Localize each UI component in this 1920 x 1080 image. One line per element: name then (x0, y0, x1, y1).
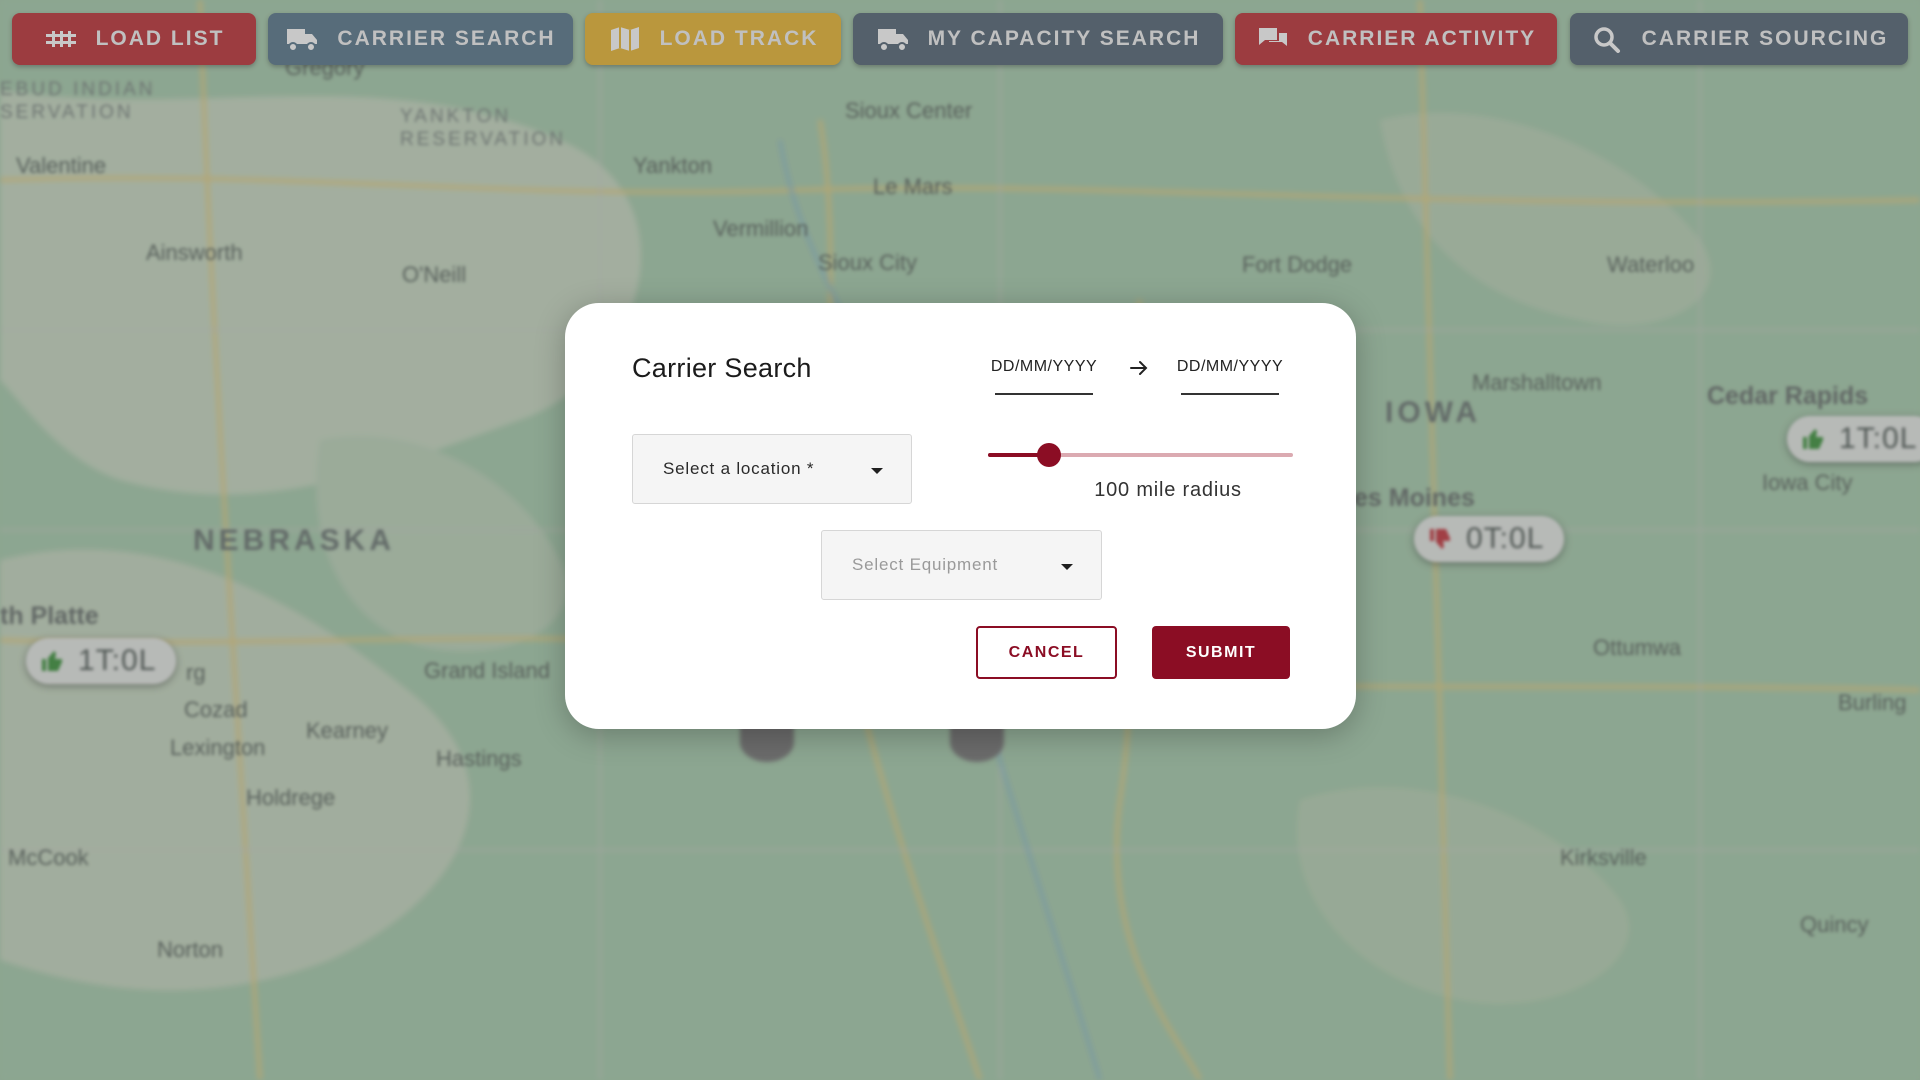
carrier-search-dialog: Carrier Search DD/MM/YYYY DD/MM/YYYY Sel… (565, 303, 1356, 729)
location-select[interactable]: Select a location * (632, 434, 912, 504)
date-to-placeholder: DD/MM/YYYY (1176, 358, 1284, 375)
date-to-underline (1181, 393, 1279, 395)
dialog-title: Carrier Search (632, 353, 812, 383)
date-to-input[interactable]: DD/MM/YYYY (1171, 358, 1289, 395)
date-from-placeholder: DD/MM/YYYY (990, 358, 1098, 375)
submit-button[interactable]: SUBMIT (1152, 626, 1290, 679)
location-select-placeholder: Select a location * (663, 459, 815, 478)
equipment-select-placeholder: Select Equipment (852, 555, 999, 574)
radius-slider[interactable] (988, 439, 1293, 471)
radius-label: 100 mile radius (1094, 479, 1242, 501)
caret-down-icon (1061, 564, 1073, 570)
date-from-underline (995, 393, 1093, 395)
slider-thumb[interactable] (1037, 443, 1061, 467)
cancel-button[interactable]: CANCEL (976, 626, 1117, 679)
caret-down-icon (871, 468, 883, 474)
arrow-right-icon (1130, 361, 1148, 375)
date-from-input[interactable]: DD/MM/YYYY (985, 358, 1103, 395)
equipment-select[interactable]: Select Equipment (821, 530, 1102, 600)
